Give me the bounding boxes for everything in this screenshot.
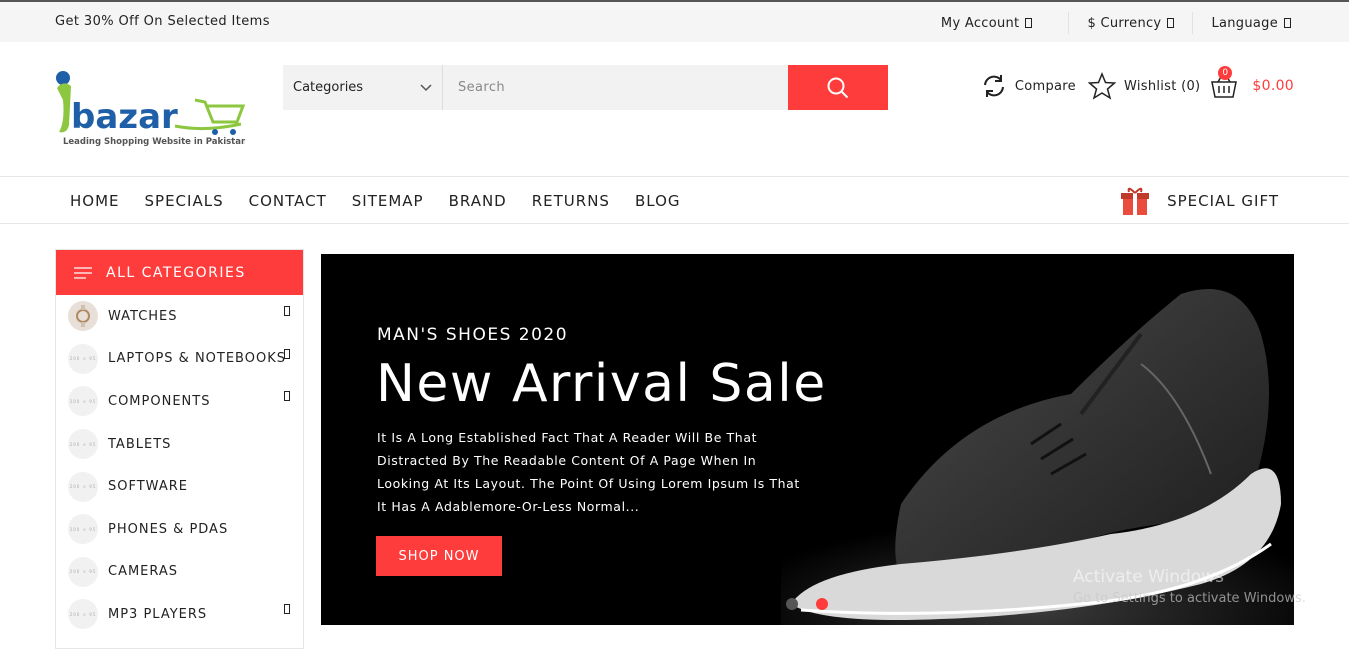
nav-item-brand[interactable]: BRAND [449,192,507,210]
gift-icon [1121,187,1150,215]
chevron-down-icon [1025,18,1033,28]
slider-dot-2[interactable] [816,598,828,610]
category-label: CAMERAS [108,564,179,580]
category-select[interactable]: Categories [283,65,443,110]
refresh-icon [983,75,1004,97]
currency-dropdown[interactable]: $ Currency [1068,12,1192,34]
search-bar: Categories [283,65,888,110]
header-actions: Compare Wishlist (0) 0 $0.00 [981,66,1294,100]
nav-item-sitemap[interactable]: SITEMAP [352,192,424,210]
banner-description: It Is A Long Established Fact That A Rea… [377,430,800,514]
chevron-down-icon [420,83,432,91]
placeholder-thumbnail: 200 × 95 [68,386,98,417]
currency-label: $ Currency [1087,15,1162,31]
star-icon [1087,72,1116,100]
chevron-down-icon [1284,18,1291,28]
special-gift-link[interactable]: SPECIAL GIFT [1119,185,1279,217]
nav-item-returns[interactable]: RETURNS [532,192,610,210]
slider-dots [786,598,828,610]
banner-subtitle: MAN'S SHOES 2020 [377,325,569,345]
category-select-label: Categories [293,80,364,95]
category-item-cameras[interactable]: 200 × 95 CAMERAS [56,551,303,594]
watches-thumbnail [68,301,98,332]
placeholder-thumbnail: 200 × 95 [68,514,98,545]
search-icon [827,77,849,98]
special-gift-label: SPECIAL GIFT [1167,192,1279,210]
category-label: COMPONENTS [108,393,211,409]
chevron-right-icon [284,348,290,359]
placeholder-thumbnail: 200 × 95 [68,556,98,587]
language-dropdown[interactable]: Language [1192,12,1291,34]
category-label: LAPTOPS & NOTEBOOKS [108,351,286,367]
placeholder-thumbnail: 200 × 95 [68,343,98,374]
promo-text: Get 30% Off On Selected Items [55,14,270,29]
category-label: MP3 PLAYERS [108,606,208,622]
placeholder-thumbnail: 200 × 95 [68,599,98,630]
top-links: My Account $ Currency Language [923,12,1291,34]
all-categories-header[interactable]: ALL CATEGORIES [56,250,303,295]
search-input[interactable] [443,65,788,110]
cart-total: $0.00 [1252,78,1294,94]
category-item-phones[interactable]: 200 × 95 PHONES & PDAS [56,508,303,551]
svg-text:bazar: bazar [71,97,178,137]
wishlist-link[interactable]: Wishlist (0) [1087,72,1201,100]
category-item-tablets[interactable]: 200 × 95 TABLETS [56,423,303,466]
category-label: PHONES & PDAS [108,521,229,537]
windows-activation-watermark: Activate Windows Go to Settings to activ… [1073,567,1306,606]
wishlist-label: Wishlist (0) [1123,78,1201,94]
header: bazar Leading Shopping Website in Pakist… [0,42,1349,177]
compare-label: Compare [1014,78,1076,94]
category-item-software[interactable]: 200 × 95 SOFTWARE [56,465,303,508]
my-account-link[interactable]: My Account [923,12,1069,34]
logo-tagline: Leading Shopping Website in Pakistan [63,137,245,147]
placeholder-thumbnail: 200 × 95 [68,471,98,502]
nav-item-blog[interactable]: BLOG [635,192,681,210]
category-item-mp3-players[interactable]: 200 × 95 MP3 PLAYERS [56,593,303,636]
chevron-right-icon [284,604,290,615]
category-item-laptops[interactable]: 200 × 95 LAPTOPS & NOTEBOOKS [56,338,303,381]
cart-button[interactable]: 0 $0.00 [1210,66,1294,99]
banner-title: New Arrival Sale [376,354,827,414]
placeholder-thumbnail: 200 × 95 [68,429,98,460]
nav-item-specials[interactable]: SPECIALS [145,192,224,210]
search-button[interactable] [788,65,888,110]
chevron-down-icon [1167,18,1175,28]
my-account-label: My Account [940,15,1020,31]
category-label: WATCHES [108,308,178,324]
language-label: Language [1211,15,1278,31]
category-label: TABLETS [108,436,172,452]
all-categories-label: ALL CATEGORIES [106,264,246,281]
slider-dot-1[interactable] [786,598,798,610]
compare-link[interactable]: Compare [981,73,1076,99]
chevron-right-icon [284,306,290,316]
category-label: SOFTWARE [108,479,188,495]
watermark-subtitle: Go to Settings to activate Windows. [1073,591,1306,606]
shop-now-button[interactable]: SHOP NOW [376,536,502,576]
site-logo[interactable]: bazar Leading Shopping Website in Pakist… [55,70,247,150]
nav-item-contact[interactable]: CONTACT [249,192,327,210]
main-nav: HOME SPECIALS CONTACT SITEMAP BRAND RETU… [0,178,1349,224]
chevron-right-icon [284,391,290,402]
top-bar: Get 30% Off On Selected Items My Account… [0,0,1349,42]
menu-icon [74,266,92,279]
nav-item-home[interactable]: HOME [70,192,120,210]
category-item-components[interactable]: 200 × 95 COMPONENTS [56,380,303,423]
watermark-title: Activate Windows [1073,567,1224,587]
categories-sidebar: ALL CATEGORIES WATCHES 200 × 95 LAPTOPS … [55,249,304,649]
category-item-watches[interactable]: WATCHES [56,295,303,338]
